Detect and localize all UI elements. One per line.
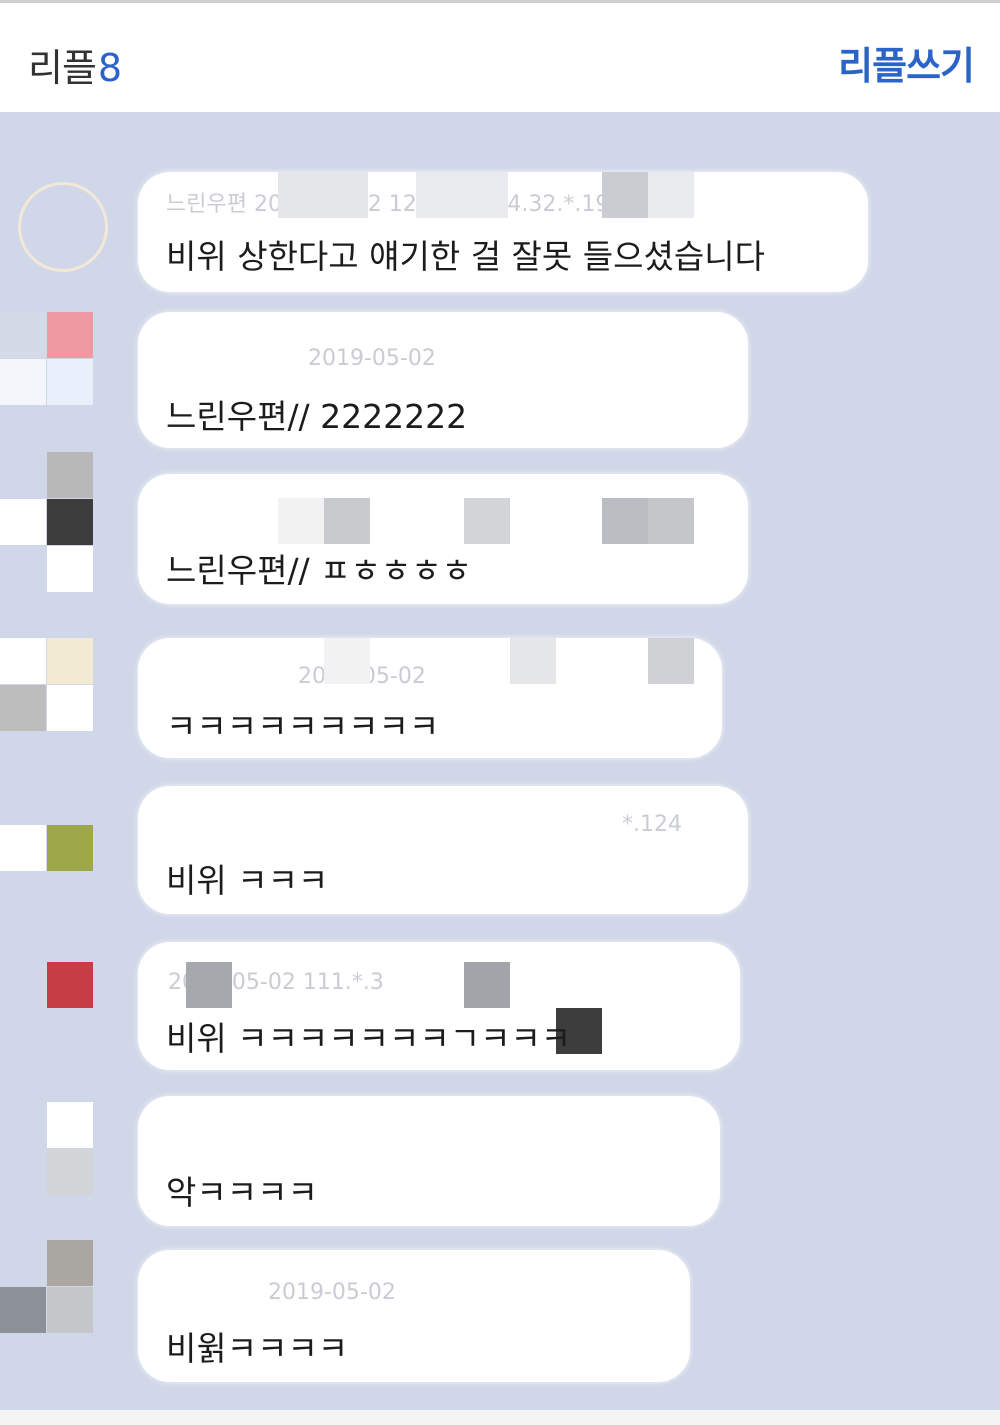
avatar-pixel: [0, 825, 46, 871]
privacy-mask: [648, 172, 694, 218]
privacy-mask: [464, 962, 510, 1008]
comment-list: 느린우편 2019-05-02 12:31 IP: 14.32.*.191 비위…: [0, 112, 1000, 1412]
comment-meta: 2019-05-02: [308, 346, 436, 371]
comment-bubble[interactable]: 느린우편 2019-05-02 12:31 IP: 14.32.*.191 비위…: [138, 172, 868, 292]
comment-text: 비위 상한다고 얘기한 걸 잘못 들으셨습니다: [166, 237, 765, 276]
comment-text: 비위 ㅋㅋㅋ: [166, 861, 329, 900]
privacy-mask: [602, 498, 648, 544]
write-reply-button[interactable]: 리플쓰기: [838, 35, 975, 90]
privacy-mask: [278, 172, 368, 218]
avatar-pixel: [47, 825, 93, 871]
avatar-pixel: [47, 499, 93, 545]
comment-bubble[interactable]: 2019-05-02 111.*.3 비위 ㅋㅋㅋㅋㅋㅋㅋㄱㅋㅋㅋ: [138, 942, 740, 1070]
user-avatar[interactable]: [0, 962, 93, 1055]
comments-header: 리플8 리플쓰기: [0, 0, 1000, 112]
privacy-mask: [510, 638, 556, 684]
privacy-mask: [602, 172, 648, 218]
avatar-ring: [18, 182, 108, 272]
user-avatar[interactable]: [0, 778, 93, 871]
bottom-divider: [0, 1410, 1000, 1425]
comment-bubble[interactable]: *.124 비위 ㅋㅋㅋ: [138, 786, 748, 914]
avatar-pixel: [47, 1149, 93, 1195]
privacy-mask: [464, 498, 510, 544]
privacy-mask: [324, 498, 370, 544]
comment-text: ㅋㅋㅋㅋㅋㅋㅋㅋㅋ: [166, 707, 440, 746]
comment-bubble[interactable]: 2019-05-02 비윍ㅋㅋㅋㅋ: [138, 1250, 690, 1382]
user-avatar[interactable]: [0, 312, 93, 405]
comment-text: 느린우편// ㅍㅎㅎㅎㅎ: [166, 551, 472, 590]
privacy-mask: [278, 498, 324, 544]
avatar-pixel: [47, 1240, 93, 1286]
avatar-pixel: [0, 685, 46, 731]
comment-bubble[interactable]: 2019-05-02 ㅋㅋㅋㅋㅋㅋㅋㅋㅋ: [138, 638, 722, 758]
avatar-pixel: [47, 685, 93, 731]
user-avatar[interactable]: [0, 638, 93, 731]
privacy-mask: [648, 638, 694, 684]
privacy-mask: [186, 962, 232, 1008]
comment-meta: 느린우편 2019-05-02 12:31 IP: 14.32.*.191: [166, 192, 624, 217]
avatar-pixel: [47, 546, 93, 592]
comment-count: 8: [97, 46, 122, 90]
avatar-pixel: [0, 359, 46, 405]
comment-text: 비위 ㅋㅋㅋㅋㅋㅋㅋㄱㅋㅋㅋ: [166, 1019, 572, 1058]
comments-title: 리플8: [28, 37, 122, 92]
avatar-pixel: [0, 638, 46, 684]
comment-meta: *.124: [622, 812, 682, 837]
avatar-pixel: [0, 312, 46, 358]
user-avatar[interactable]: [0, 1102, 93, 1195]
comments-title-label: 리플: [28, 46, 97, 90]
comment-text: 비윍ㅋㅋㅋㅋ: [166, 1329, 349, 1368]
avatar-pixel: [47, 1102, 93, 1148]
comment-meta: 2019-05-02: [268, 1280, 396, 1305]
user-avatar[interactable]: [0, 1240, 93, 1333]
user-avatar[interactable]: [0, 452, 93, 592]
comment-bubble[interactable]: 악ㅋㅋㅋㅋ: [138, 1096, 720, 1226]
comment-bubble[interactable]: 2019-05-02 느린우편// 2222222: [138, 312, 748, 448]
avatar-pixel: [47, 962, 93, 1008]
avatar-pixel: [47, 359, 93, 405]
avatar-pixel: [0, 499, 46, 545]
privacy-mask: [416, 172, 508, 218]
avatar-pixel: [47, 638, 93, 684]
comment-text: 느린우편// 2222222: [166, 397, 468, 436]
comment-text: 악ㅋㅋㅋㅋ: [166, 1173, 318, 1212]
privacy-mask: [324, 638, 370, 684]
avatar-pixel: [47, 312, 93, 358]
privacy-mask: [648, 498, 694, 544]
avatar-pixel: [47, 1287, 93, 1333]
comment-bubble[interactable]: 느린우편// ㅍㅎㅎㅎㅎ: [138, 474, 748, 604]
avatar-pixel: [0, 1287, 46, 1333]
avatar-pixel: [47, 452, 93, 498]
